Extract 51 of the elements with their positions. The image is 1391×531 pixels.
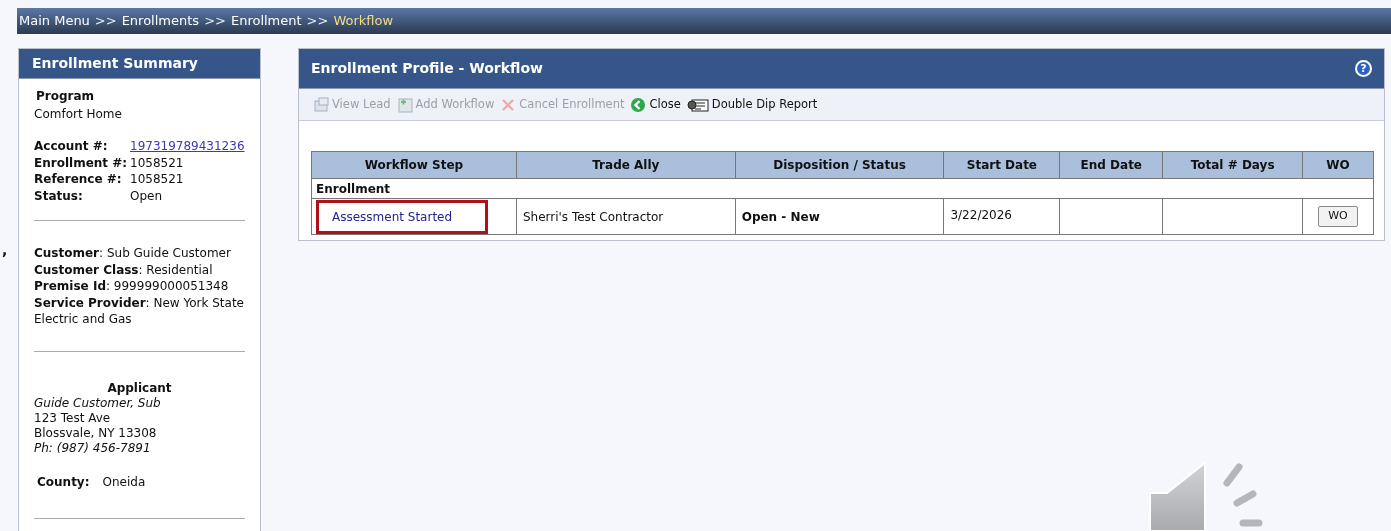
toolbar-button[interactable]: Close: [630, 95, 681, 114]
breadcrumb-separator: >>: [204, 12, 226, 31]
county-label: County:: [37, 473, 90, 491]
toolbar-button[interactable]: Double Dip Report: [686, 95, 818, 114]
program-value: Comfort Home: [34, 106, 123, 123]
customer-detail: Customer Class: Residential: [34, 261, 214, 278]
applicant-street: 123 Test Ave: [34, 410, 112, 426]
applicant-city: Blossvale, NY 13308: [34, 425, 158, 441]
add-icon: [396, 96, 413, 113]
document-icon: [313, 96, 329, 113]
column-header: WO: [1302, 151, 1374, 179]
table-cell: Open - New: [735, 198, 944, 235]
workflow-step-link[interactable]: Assessment Started: [316, 199, 488, 234]
column-header: End Date: [1059, 151, 1163, 179]
panel-title: Enrollment Summary: [19, 49, 260, 79]
breadcrumb-link[interactable]: Workflow: [333, 11, 394, 31]
help-button[interactable]: ?: [1355, 60, 1372, 77]
breadcrumb-link[interactable]: Enrollments: [121, 11, 200, 31]
account-link[interactable]: 197319789431236: [130, 138, 245, 155]
wo-button[interactable]: WO: [1318, 206, 1358, 227]
table-cell: 3/22/2026: [943, 198, 1060, 235]
customer-detail: Premise Id: 999999000051348: [34, 278, 230, 295]
field-label: Account #:: [34, 138, 109, 155]
panel-title: Enrollment Profile - Workflow: [311, 59, 543, 78]
table-cell: Sherri's Test Contractor: [516, 198, 736, 235]
group-label: Enrollment: [311, 178, 1374, 199]
column-header: Disposition / Status: [735, 151, 944, 179]
column-header: Total # Days: [1162, 151, 1303, 179]
cancel-icon: [500, 96, 517, 113]
stray-mark: ,: [2, 241, 8, 260]
program-label: Program: [35, 88, 96, 105]
breadcrumb-separator: >>: [94, 12, 117, 31]
report-icon: [686, 96, 709, 113]
column-header: Start Date: [943, 151, 1060, 179]
county-value: Oneida: [102, 473, 146, 491]
field-value: 1058521: [130, 171, 185, 188]
breadcrumb-link[interactable]: Main Menu: [19, 11, 90, 31]
field-label: Status:: [34, 187, 84, 204]
customer-detail: Customer: Sub Guide Customer: [34, 245, 232, 262]
field-value: 1058521: [130, 154, 185, 171]
field-label: Reference #:: [34, 171, 123, 188]
field-label: Enrollment #:: [34, 154, 129, 171]
applicant-name: Guide Customer, Sub: [34, 395, 162, 411]
applicant-heading: Applicant: [106, 379, 173, 396]
column-header: Workflow Step: [311, 151, 517, 179]
field-value: Open: [130, 187, 164, 204]
applicant-phone: Ph: (987) 456-7891: [34, 440, 152, 456]
breadcrumb-link[interactable]: Enrollment: [230, 11, 302, 31]
breadcrumb-separator: >>: [306, 12, 329, 31]
customer-detail: Service Provider: New York State Electric and Gas: [34, 294, 245, 328]
column-header: Trade Ally: [516, 151, 736, 179]
